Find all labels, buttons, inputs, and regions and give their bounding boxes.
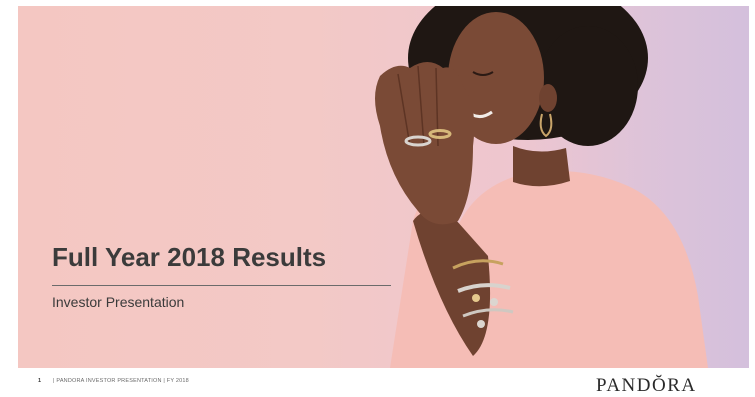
charm <box>490 298 498 306</box>
charm <box>477 320 485 328</box>
model-photo-illustration <box>375 6 708 368</box>
pandora-logo: PANDŎRA <box>596 375 697 396</box>
ear <box>539 84 557 112</box>
slide-subtitle: Investor Presentation <box>52 294 185 310</box>
hero-photo-area: Full Year 2018 Results Investor Presenta… <box>18 6 749 368</box>
neck <box>513 146 570 187</box>
page-number: 1 <box>38 378 42 384</box>
slide: Full Year 2018 Results Investor Presenta… <box>0 0 755 397</box>
title-divider <box>52 285 391 286</box>
footer-text: | PANDORA INVESTOR PRESENTATION | FY 201… <box>53 378 189 384</box>
slide-title: Full Year 2018 Results <box>52 242 327 272</box>
slide-footer: 1 | PANDORA INVESTOR PRESENTATION | FY 2… <box>38 378 189 384</box>
hair-back <box>538 26 638 146</box>
charm <box>472 294 480 302</box>
